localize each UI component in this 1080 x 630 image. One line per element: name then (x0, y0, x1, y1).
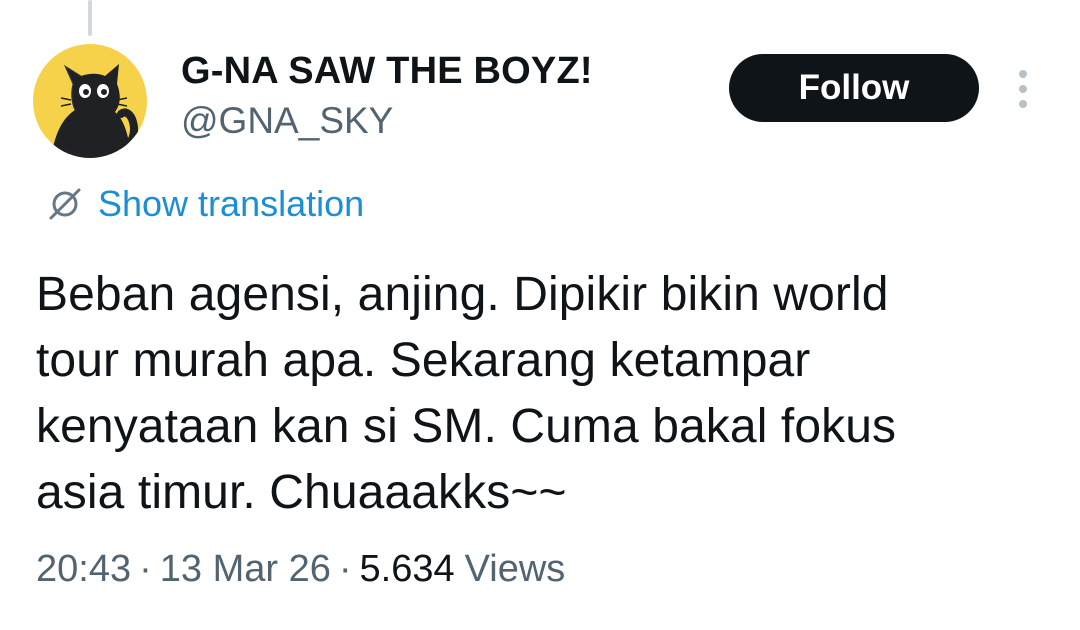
more-dot (1019, 70, 1027, 78)
black-cat-avatar-icon (33, 44, 147, 158)
tweet-text: Beban agensi, anjing. Dipikir bikin worl… (36, 262, 1046, 526)
thread-connector-line (88, 0, 92, 36)
views-label[interactable]: Views (465, 548, 566, 591)
show-translation-link[interactable]: Show translation (46, 180, 364, 228)
views-count[interactable]: 5.634 (360, 548, 455, 591)
more-dot (1019, 85, 1027, 93)
tweet-line: kenyataan kan si SM. Cuma bakal fokus (36, 400, 897, 453)
author-handle[interactable]: @GNA_SKY (181, 100, 393, 142)
more-dot (1019, 100, 1027, 108)
tweet-meta: 20:43 · 13 Mar 26 · 5.634 Views (36, 548, 565, 591)
tweet-time[interactable]: 20:43 (36, 548, 131, 591)
show-translation-label[interactable]: Show translation (98, 183, 364, 225)
avatar[interactable] (33, 44, 147, 158)
author-display-name[interactable]: G-NA SAW THE BOYZ! (181, 50, 593, 93)
tweet-line: asia timur. Chuaaakks~~ (36, 466, 567, 519)
follow-button[interactable]: Follow (729, 54, 979, 122)
meta-separator: · (139, 548, 152, 590)
tweet-line: tour murah apa. Sekarang ketampar (36, 334, 811, 387)
tweet-line: Beban agensi, anjing. Dipikir bikin worl… (36, 268, 889, 321)
globe-slash-icon (49, 188, 81, 220)
meta-separator: · (338, 548, 352, 590)
more-options-icon[interactable] (1008, 68, 1038, 110)
tweet-date[interactable]: 13 Mar 26 (160, 548, 331, 591)
